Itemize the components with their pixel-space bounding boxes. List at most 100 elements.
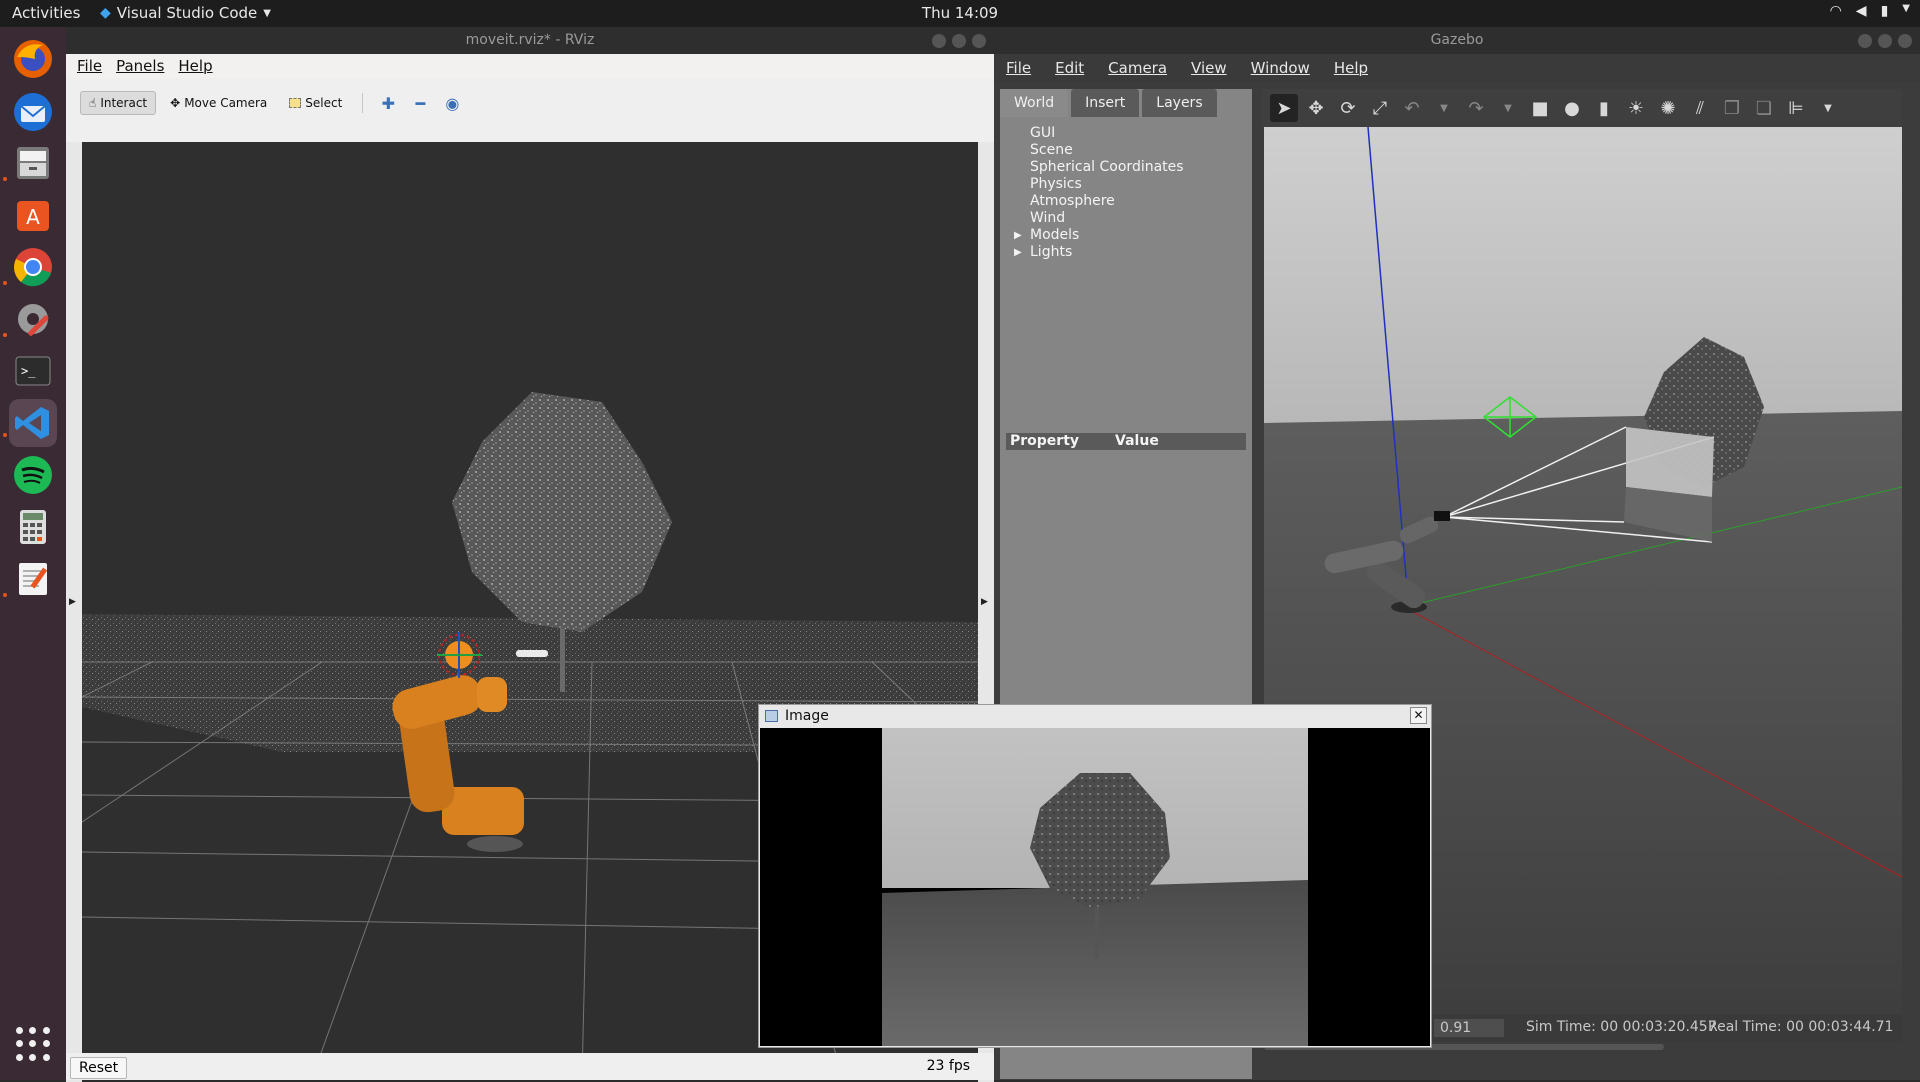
point-light-icon[interactable]: ☀ bbox=[1622, 94, 1650, 122]
show-applications-button[interactable] bbox=[15, 1026, 51, 1062]
rviz-statusbar: Reset 23 fps bbox=[66, 1053, 994, 1080]
firefox-icon[interactable] bbox=[9, 35, 57, 83]
gazebo-menu-edit[interactable]: Edit bbox=[1055, 59, 1084, 77]
reset-button[interactable]: Reset bbox=[70, 1057, 128, 1079]
rviz-toolbar: ☝ Interact ✥ Move Camera Select ✚ ━ ◉ bbox=[66, 78, 994, 142]
sim-time-label: Sim Time: bbox=[1526, 1019, 1596, 1035]
cylinder-shape-icon[interactable]: ▮ bbox=[1590, 94, 1618, 122]
remove-tool-icon[interactable]: ━ bbox=[407, 94, 433, 113]
expand-arrow-icon[interactable]: ▶ bbox=[1014, 227, 1022, 244]
image-window-titlebar[interactable]: Image ✕ bbox=[759, 705, 1431, 727]
move-camera-button[interactable]: ✥ Move Camera bbox=[162, 92, 275, 114]
directional-light-icon[interactable]: ⫽ bbox=[1686, 94, 1714, 122]
tree-item-gui[interactable]: GUI bbox=[1012, 125, 1184, 142]
paste-icon[interactable]: ❏ bbox=[1750, 94, 1778, 122]
tree-item-wind[interactable]: Wind bbox=[1012, 210, 1184, 227]
tree-item-scene[interactable]: Scene bbox=[1012, 142, 1184, 159]
chrome-icon[interactable] bbox=[9, 243, 57, 291]
select-label: Select bbox=[305, 96, 343, 110]
tab-layers[interactable]: Layers bbox=[1142, 89, 1217, 117]
chevron-down-icon[interactable]: ▼ bbox=[1814, 94, 1842, 122]
gazebo-menu-view[interactable]: View bbox=[1191, 59, 1227, 77]
expand-left-icon[interactable]: ▶ bbox=[69, 597, 76, 607]
tree-item-physics[interactable]: Physics bbox=[1012, 176, 1184, 193]
maximize-icon[interactable] bbox=[1878, 34, 1892, 48]
calculator-icon[interactable] bbox=[9, 503, 57, 551]
maximize-icon[interactable] bbox=[952, 34, 966, 48]
tree-item-models[interactable]: ▶ Models bbox=[1012, 227, 1184, 244]
align-icon[interactable]: ⊫ bbox=[1782, 94, 1810, 122]
gazebo-toolbar: ➤ ✥ ⟳ ⤢ ↶ ▼ ↷ ▼ ■ ● ▮ ☀ ✺ ⫽ ❐ ❏ ⊫ ▼ bbox=[1262, 89, 1902, 127]
rotate-icon[interactable]: ⟳ bbox=[1334, 94, 1362, 122]
chevron-down-icon: ▼ bbox=[263, 7, 271, 19]
rviz-menu-panels[interactable]: Panels bbox=[116, 57, 164, 75]
close-icon[interactable]: ✕ bbox=[1410, 707, 1427, 724]
wifi-icon[interactable]: ◠ bbox=[1830, 3, 1842, 19]
real-time-value: 00 00:03:44.71 bbox=[1786, 1019, 1894, 1035]
camera-image bbox=[760, 728, 1430, 1046]
world-tree: GUI Scene Spherical Coordinates Physics … bbox=[1012, 125, 1184, 261]
clock[interactable]: Thu 14:09 bbox=[922, 4, 998, 22]
text-editor-icon[interactable] bbox=[9, 555, 57, 603]
settings-icon[interactable] bbox=[9, 295, 57, 343]
spot-light-icon[interactable]: ✺ bbox=[1654, 94, 1682, 122]
gazebo-window-title: Gazebo bbox=[1430, 32, 1484, 48]
expand-arrow-icon[interactable]: ▶ bbox=[1014, 244, 1022, 261]
tab-world[interactable]: World bbox=[1000, 89, 1069, 117]
chevron-down-icon[interactable]: ▼ bbox=[1494, 94, 1522, 122]
gazebo-menu-camera[interactable]: Camera bbox=[1108, 59, 1167, 77]
close-icon[interactable] bbox=[1898, 34, 1912, 48]
gazebo-menu-file[interactable]: File bbox=[1006, 59, 1031, 77]
scale-icon[interactable]: ⤢ bbox=[1366, 94, 1394, 122]
tab-insert[interactable]: Insert bbox=[1071, 89, 1140, 117]
app-menu[interactable]: ◆ Visual Studio Code ▼ bbox=[100, 4, 271, 22]
tree-item-spherical-coordinates[interactable]: Spherical Coordinates bbox=[1012, 159, 1184, 176]
rviz-menu-file[interactable]: File bbox=[77, 57, 102, 75]
sphere-shape-icon[interactable]: ● bbox=[1558, 94, 1586, 122]
eye-icon[interactable]: ◉ bbox=[439, 94, 465, 113]
move-camera-label: Move Camera bbox=[184, 96, 268, 110]
vscode-small-icon: ◆ bbox=[100, 5, 111, 21]
spotify-icon[interactable] bbox=[9, 451, 57, 499]
volume-icon[interactable]: ◀ bbox=[1856, 3, 1867, 19]
select-button[interactable]: Select bbox=[281, 92, 350, 114]
minimize-icon[interactable] bbox=[932, 34, 946, 48]
add-tool-icon[interactable]: ✚ bbox=[375, 94, 401, 113]
close-icon[interactable] bbox=[972, 34, 986, 48]
gazebo-menu-help[interactable]: Help bbox=[1334, 59, 1368, 77]
battery-icon[interactable]: ▮ bbox=[1881, 3, 1889, 19]
copy-icon[interactable]: ❐ bbox=[1718, 94, 1746, 122]
chevron-down-icon[interactable]: ▼ bbox=[1902, 3, 1910, 19]
tree-item-lights[interactable]: ▶ Lights bbox=[1012, 244, 1184, 261]
software-icon[interactable]: A bbox=[9, 191, 57, 239]
system-top-bar: Activities ◆ Visual Studio Code ▼ Thu 14… bbox=[0, 0, 1920, 27]
terminal-icon[interactable]: >_ bbox=[9, 347, 57, 395]
chevron-down-icon[interactable]: ▼ bbox=[1430, 94, 1458, 122]
rviz-titlebar[interactable]: moveit.rviz* - RViz bbox=[66, 27, 994, 54]
minimize-icon[interactable] bbox=[1858, 34, 1872, 48]
vscode-icon[interactable] bbox=[9, 399, 57, 447]
left-panel-collapsed[interactable]: ▶ bbox=[66, 142, 82, 1082]
interact-button[interactable]: ☝ Interact bbox=[80, 91, 157, 115]
interact-label: Interact bbox=[100, 96, 148, 110]
files-icon[interactable] bbox=[9, 139, 57, 187]
activities-button[interactable]: Activities bbox=[12, 4, 80, 22]
real-time-label: Real Time: bbox=[1708, 1019, 1782, 1035]
rviz-menu-help[interactable]: Help bbox=[178, 57, 212, 75]
system-tray[interactable]: ◠ ◀ ▮ ▼ bbox=[1830, 3, 1910, 19]
move-icon: ✥ bbox=[170, 96, 181, 110]
tree-item-models-label: Models bbox=[1030, 227, 1080, 243]
undo-icon[interactable]: ↶ bbox=[1398, 94, 1426, 122]
property-column-header: Property bbox=[1010, 433, 1080, 449]
gazebo-titlebar[interactable]: Gazebo bbox=[994, 27, 1920, 54]
rviz-menubar: File Panels Help bbox=[66, 54, 994, 78]
redo-icon[interactable]: ↷ bbox=[1462, 94, 1490, 122]
expand-right-icon[interactable]: ▶ bbox=[981, 597, 988, 607]
thunderbird-icon[interactable] bbox=[9, 88, 57, 136]
sim-time-value: 00 00:03:20.457 bbox=[1600, 1019, 1717, 1035]
box-shape-icon[interactable]: ■ bbox=[1526, 94, 1554, 122]
tree-item-atmosphere[interactable]: Atmosphere bbox=[1012, 193, 1184, 210]
translate-icon[interactable]: ✥ bbox=[1302, 94, 1330, 122]
select-arrow-icon[interactable]: ➤ bbox=[1270, 94, 1298, 122]
gazebo-menu-window[interactable]: Window bbox=[1251, 59, 1310, 77]
